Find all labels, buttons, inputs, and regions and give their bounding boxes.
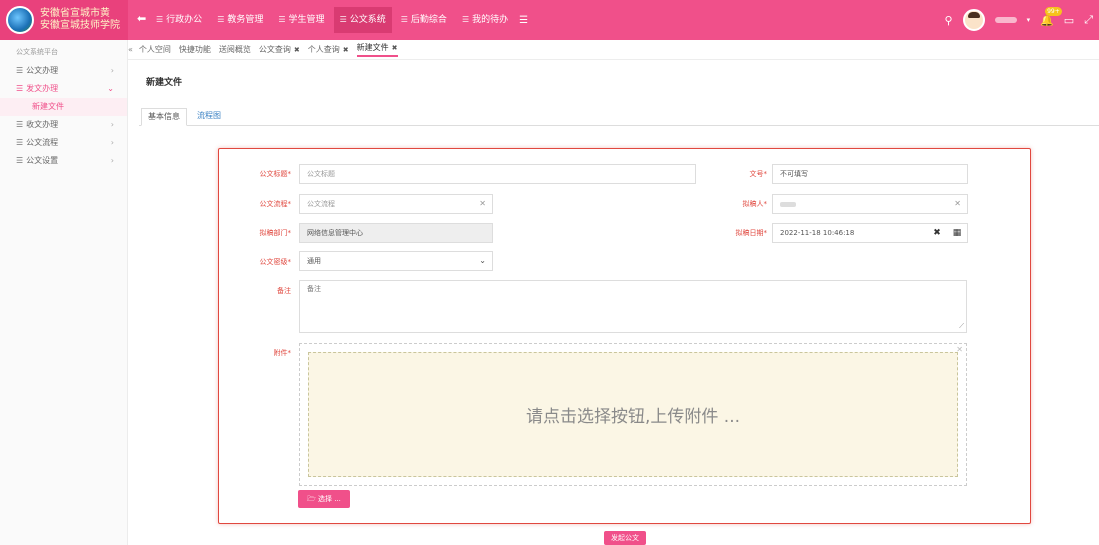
menu-bars-icon: ☰ <box>339 15 347 24</box>
search-icon[interactable]: ⚲ <box>945 14 953 27</box>
tab-flow-chart[interactable]: 流程图 <box>191 108 227 126</box>
tab-new-file[interactable]: 新建文件 ✖ <box>356 42 398 57</box>
nav-item-students[interactable]: ☰ 学生管理 <box>272 7 330 33</box>
sidebar-subitem-new-file[interactable]: 新建文件 <box>0 98 127 116</box>
nav-item-logistics[interactable]: ☰ 后勤综合 <box>395 7 453 33</box>
close-icon[interactable]: ✖ <box>343 46 349 54</box>
close-icon[interactable]: ✖ <box>294 46 300 54</box>
attachment-dropzone[interactable]: ✕ 请点击选择按钮,上传附件 ... <box>299 343 967 486</box>
school-logo[interactable]: 安徽省宣城市黄 安徽宣城技师学院 <box>0 0 128 40</box>
drafter-name <box>780 201 796 207</box>
tab-read-overview[interactable]: 送阅概览 <box>219 44 251 55</box>
clear-icon[interactable]: ✕ <box>479 195 486 213</box>
sidebar-item-flow[interactable]: ☰ 公文流程 › <box>0 134 127 152</box>
date-label: 拟稿日期* <box>735 229 768 237</box>
list-icon: ☰ <box>16 84 24 93</box>
flow-select[interactable]: 公文流程 ✕ <box>299 194 493 214</box>
logo-line-1: 安徽省宣城市黄 <box>40 8 110 19</box>
top-navigation-bar: 安徽省宣城市黄 安徽宣城技师学院 ⬅ ☰ 行政办公 ☰ 教务管理 ☰ 学生管理 ☰ 公文… <box>0 0 1099 40</box>
list-icon: ☰ <box>16 120 24 129</box>
menu-bars-icon: ☰ <box>461 15 470 24</box>
document-form-panel: 公文标题* 公文标题 文号* 不可填写 公文流程* 公文流程 ✕ 拟稿人* ✕ 拟… <box>218 148 1031 524</box>
logo-emblem-icon <box>6 6 34 34</box>
date-input[interactable]: 2022-11-18 10:46:18 ✖ ▦ <box>772 223 968 243</box>
bell-icon[interactable]: 🔔 99+ <box>1040 6 1062 27</box>
notification-badge: 99+ <box>1045 6 1062 16</box>
choose-file-button[interactable]: 🗁 选择 ... <box>298 490 350 508</box>
calendar-icon[interactable]: ▦ <box>947 224 967 242</box>
tab-personal-query[interactable]: 个人查询 ✖ <box>308 44 349 55</box>
chevron-right-icon: › <box>110 66 114 75</box>
top-right-tools: ⚲ ▾ 🔔 99+ ▭ ⤢ <box>945 0 1093 40</box>
nav-item-my-todo[interactable]: ☰ 我的待办 <box>456 7 514 33</box>
sidebar-item-incoming[interactable]: ☰ 收文办理 › <box>0 116 127 134</box>
user-name[interactable] <box>994 17 1017 23</box>
tab-personal-space[interactable]: 个人空间 <box>139 44 171 55</box>
menu-bars-icon: ☰ <box>278 15 286 24</box>
title-input[interactable]: 公文标题 <box>299 164 696 184</box>
remark-label: 备注 <box>277 287 291 295</box>
menu-bars-icon: ☰ <box>400 15 408 24</box>
attachment-hint: 请点击选择按钮,上传附件 ... <box>308 352 958 477</box>
sidebar-item-settings[interactable]: ☰ 公文设置 › <box>0 152 127 170</box>
nav-item-admin-office[interactable]: ☰ 行政办公 <box>150 7 208 33</box>
page-tabs: « 个人空间 快捷功能 送阅概览 公文查询 ✖ 个人查询 ✖ 新建文件 ✖ <box>128 40 1099 60</box>
drafter-select[interactable]: ✕ <box>772 194 968 214</box>
nav-item-document-system[interactable]: ☰ 公文系统 <box>333 7 392 33</box>
message-icon[interactable]: ▭ <box>1064 14 1074 27</box>
docno-label: 文号* <box>749 170 768 178</box>
nav-item-academic[interactable]: ☰ 教务管理 <box>211 7 269 33</box>
list-icon: ☰ <box>16 156 24 165</box>
dept-input: 网络信息管理中心 <box>299 223 493 243</box>
tab-basic-info[interactable]: 基本信息 <box>141 108 187 126</box>
avatar[interactable] <box>962 9 985 31</box>
clear-icon[interactable]: ✕ <box>954 195 961 213</box>
tab-shortcuts[interactable]: 快捷功能 <box>179 44 211 55</box>
secret-level-label: 公文密级* <box>259 258 292 266</box>
docno-input[interactable]: 不可填写 <box>772 164 968 184</box>
attachment-label: 附件* <box>273 349 292 357</box>
chevron-right-icon: › <box>110 156 114 165</box>
title-label: 公文标题* <box>259 170 292 178</box>
remark-textarea[interactable]: 备注 ⟋ <box>299 280 967 333</box>
chevron-right-icon: › <box>110 138 114 147</box>
close-icon[interactable]: ✖ <box>392 44 398 52</box>
main-nav: ☰ 行政办公 ☰ 教务管理 ☰ 学生管理 ☰ 公文系统 ☰ 后勤综合 ☰ 我的待办 ☰ <box>150 0 528 40</box>
clear-date-icon[interactable]: ✖ <box>927 224 947 242</box>
menu-bars-icon: ☰ <box>217 15 225 24</box>
resize-handle-icon[interactable]: ⟋ <box>959 322 964 331</box>
chevron-down-icon[interactable]: ▾ <box>1027 16 1031 24</box>
list-icon: ☰ <box>16 66 24 75</box>
form-subtabs: 基本信息 流程图 <box>139 106 1099 126</box>
more-menu-icon[interactable]: ☰ <box>519 15 528 26</box>
chevron-down-icon: ⌄ <box>107 84 114 93</box>
menu-bars-icon: ☰ <box>156 15 164 24</box>
logo-line-2: 安徽宣城技师学院 <box>40 20 120 31</box>
drafter-label: 拟稿人* <box>742 200 768 208</box>
page-title: 新建文件 <box>146 78 183 88</box>
flow-label: 公文流程* <box>259 200 292 208</box>
dept-label: 拟稿部门* <box>259 229 292 237</box>
sidebar-heading: 公文系统平台 <box>16 48 58 56</box>
secret-level-select[interactable]: 通用 ⌄ <box>299 251 493 271</box>
chevron-down-icon: ⌄ <box>479 256 486 265</box>
sidebar-item-outgoing[interactable]: ☰ 发文办理 ⌄ <box>0 80 127 98</box>
double-chevron-left-icon[interactable]: « <box>128 45 133 54</box>
tab-document-query[interactable]: 公文查询 ✖ <box>259 44 300 55</box>
folder-icon: 🗁 <box>307 495 316 503</box>
arrow-left-icon[interactable]: ⬅ <box>137 12 146 25</box>
fullscreen-icon[interactable]: ⤢ <box>1084 13 1093 27</box>
sidebar: 公文系统平台 ☰ 公文办理 › ☰ 发文办理 ⌄ 新建文件 ☰ 收文办理 › ☰ 公文流程 › … <box>0 40 128 545</box>
chevron-right-icon: › <box>110 120 114 129</box>
submit-document-button[interactable]: 发起公文 <box>604 531 646 545</box>
sidebar-item-document-handling[interactable]: ☰ 公文办理 › <box>0 62 127 80</box>
list-icon: ☰ <box>16 138 24 147</box>
